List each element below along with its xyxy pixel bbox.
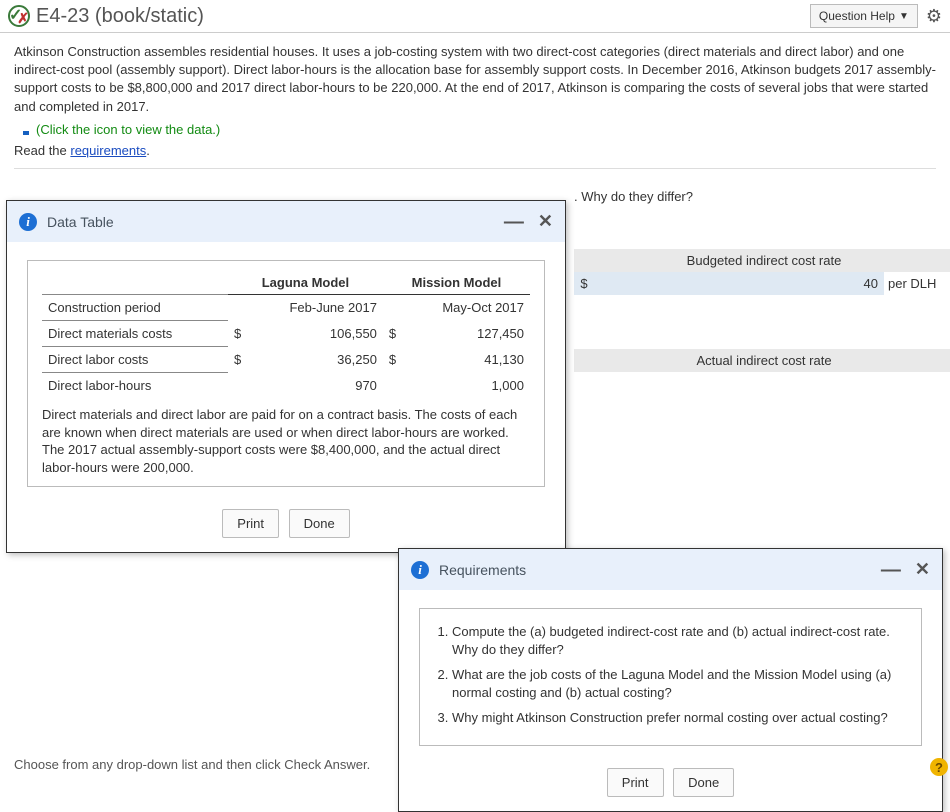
info-icon: i	[19, 213, 37, 231]
read-requirements: Read the requirements.	[14, 143, 936, 158]
header-bar: E4-23 (book/static) Question Help ▼ ⚙	[0, 0, 950, 33]
help-bubble-icon[interactable]: ?	[930, 758, 948, 776]
data-dialog-body: Laguna Model Mission Model Construction …	[7, 242, 565, 501]
table-row: Direct labor-hours 970 1,000	[42, 373, 530, 399]
print-button[interactable]: Print	[607, 768, 664, 797]
gear-icon[interactable]: ⚙	[926, 6, 942, 27]
footer-hint: Choose from any drop-down list and then …	[14, 757, 370, 772]
req-dialog-footer: Print Done	[399, 760, 942, 811]
budgeted-rate-currency: $	[574, 272, 594, 295]
data-dialog-title: Data Table	[47, 214, 114, 230]
req-dialog-title: Requirements	[439, 562, 526, 578]
list-item: What are the job costs of the Laguna Mod…	[452, 666, 907, 701]
req-dialog-header[interactable]: i Requirements — ✕	[399, 549, 942, 590]
budgeted-rate-box: Budgeted indirect cost rate $ 40 per DLH	[574, 249, 950, 295]
col-laguna: Laguna Model	[228, 271, 383, 295]
header-right: Question Help ▼ ⚙	[810, 4, 942, 28]
data-dialog-footer: Print Done	[7, 501, 565, 552]
list-item: Why might Atkinson Construction prefer n…	[452, 709, 907, 727]
table-icon	[14, 122, 30, 136]
budgeted-rate-header: Budgeted indirect cost rate	[574, 249, 950, 272]
info-icon: i	[411, 561, 429, 579]
chevron-down-icon: ▼	[899, 11, 909, 22]
table-row: Direct labor costs $ 36,250 $ 41,130	[42, 347, 530, 373]
close-icon[interactable]: ✕	[915, 559, 930, 580]
why-differ-text: . Why do they differ?	[574, 189, 693, 204]
done-button[interactable]: Done	[673, 768, 734, 797]
req-dialog-body: Compute the (a) budgeted indirect-cost r…	[399, 590, 942, 760]
data-table-box: Laguna Model Mission Model Construction …	[27, 260, 545, 487]
data-hint[interactable]: (Click the icon to view the data.)	[14, 122, 936, 137]
question-status-icon	[8, 5, 30, 27]
close-icon[interactable]: ✕	[538, 211, 553, 232]
header-left: E4-23 (book/static)	[8, 5, 204, 28]
table-row: Direct materials costs $ 106,550 $ 127,4…	[42, 321, 530, 347]
read-suffix: .	[146, 143, 150, 158]
print-button[interactable]: Print	[222, 509, 279, 538]
budgeted-rate-row: $ 40 per DLH	[574, 272, 950, 295]
table-row: Construction period Feb-June 2017 May-Oc…	[42, 295, 530, 321]
done-button[interactable]: Done	[289, 509, 350, 538]
actual-rate-box: Actual indirect cost rate	[574, 349, 950, 372]
problem-text: Atkinson Construction assembles resident…	[14, 43, 936, 116]
separator	[14, 168, 936, 169]
data-note: Direct materials and direct labor are pa…	[42, 406, 530, 476]
minimize-icon[interactable]: —	[881, 567, 901, 573]
requirements-list: Compute the (a) budgeted indirect-cost r…	[452, 623, 907, 727]
data-table: Laguna Model Mission Model Construction …	[42, 271, 530, 398]
page-title: E4-23 (book/static)	[36, 5, 204, 28]
col-mission: Mission Model	[383, 271, 530, 295]
question-help-button[interactable]: Question Help ▼	[810, 4, 918, 28]
question-help-label: Question Help	[819, 9, 895, 23]
minimize-icon[interactable]: —	[504, 219, 524, 225]
data-dialog-header[interactable]: i Data Table — ✕	[7, 201, 565, 242]
data-hint-text: (Click the icon to view the data.)	[36, 122, 220, 137]
req-box: Compute the (a) budgeted indirect-cost r…	[419, 608, 922, 746]
requirements-link[interactable]: requirements	[70, 143, 146, 158]
actual-rate-header: Actual indirect cost rate	[574, 349, 950, 372]
requirements-dialog: i Requirements — ✕ Compute the (a) budge…	[398, 548, 943, 812]
data-table-dialog: i Data Table — ✕ Laguna Model Mission Mo…	[6, 200, 566, 553]
read-prefix: Read the	[14, 143, 70, 158]
list-item: Compute the (a) budgeted indirect-cost r…	[452, 623, 907, 658]
budgeted-rate-unit: per DLH	[884, 272, 950, 295]
budgeted-rate-value[interactable]: 40	[594, 272, 884, 295]
